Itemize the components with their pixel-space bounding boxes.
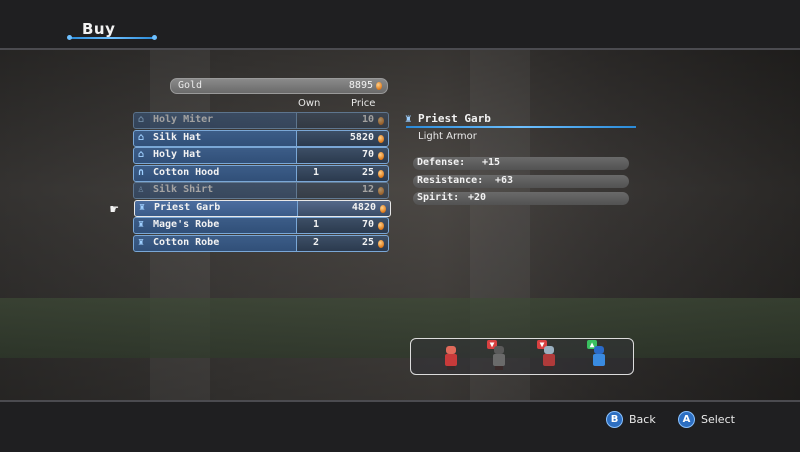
item-price: 12	[361, 184, 374, 195]
divider	[296, 218, 297, 233]
coin-icon	[378, 240, 384, 248]
item-owned-count: 2	[312, 237, 320, 248]
a-button-icon: A	[678, 411, 695, 428]
divider	[296, 113, 297, 128]
detail-title: Priest Garb	[418, 112, 491, 125]
shop-item-row[interactable]: ♜ Cotton Robe 2 25	[133, 235, 389, 252]
back-label: Back	[629, 413, 656, 426]
hood-icon: ∩	[138, 167, 145, 178]
robe-icon: ♜	[139, 202, 146, 213]
item-owned-count: 1	[312, 219, 320, 230]
coin-icon	[378, 135, 384, 143]
party-preview: ▼ ▼ ▲	[410, 338, 634, 375]
stat-label: Spirit:	[417, 192, 460, 203]
item-name: Mage's Robe	[153, 219, 220, 230]
divider	[296, 148, 297, 163]
hat-icon: ⌂	[138, 149, 145, 160]
own-column-header: Own	[298, 98, 321, 109]
party-member-sprite	[443, 344, 459, 370]
item-name: Silk Hat	[153, 132, 202, 143]
stat-value: +63	[495, 175, 514, 186]
divider	[296, 166, 297, 181]
gold-display: Gold 8895	[170, 78, 388, 94]
item-name: Holy Miter	[153, 114, 214, 125]
title-underline	[67, 35, 157, 40]
shop-item-row[interactable]: ⌂ Silk Hat 5820	[133, 130, 389, 147]
gold-label: Gold	[178, 80, 203, 91]
top-bar: Buy	[0, 0, 800, 50]
shop-item-row[interactable]: ∩ Cotton Hood 1 25	[133, 165, 389, 182]
stat-label: Defense:	[417, 157, 466, 168]
robe-icon: ♜	[138, 219, 145, 230]
divider	[297, 201, 298, 216]
stat-spirit: Spirit: +20	[413, 192, 629, 205]
stat-value: +20	[468, 192, 487, 203]
stat-defense: Defense: +15	[413, 157, 629, 170]
item-price: 25	[361, 237, 374, 248]
item-name: Cotton Hood	[153, 167, 220, 178]
price-column-header: Price	[351, 98, 376, 109]
stat-resistance: Resistance: +63	[413, 175, 629, 188]
coin-icon	[378, 170, 384, 178]
item-price: 10	[361, 114, 374, 125]
hat-icon: ⌂	[138, 114, 145, 125]
item-name: Priest Garb	[154, 202, 221, 213]
select-button[interactable]: A Select	[678, 411, 735, 428]
item-name: Silk Shirt	[153, 184, 214, 195]
coin-icon	[380, 205, 386, 213]
hat-icon: ⌂	[138, 132, 145, 143]
coin-icon	[378, 117, 384, 125]
coin-icon	[378, 187, 384, 195]
divider	[296, 183, 297, 198]
page-title: Buy	[82, 20, 116, 38]
item-price: 4820	[351, 202, 376, 213]
detail-subtitle: Light Armor	[418, 131, 477, 142]
bottom-bar: B Back A Select	[0, 400, 800, 452]
item-name: Holy Hat	[153, 149, 202, 160]
background-scene	[0, 48, 800, 400]
gold-value: 8895	[348, 80, 373, 91]
item-price: 70	[361, 219, 374, 230]
robe-icon: ♜	[405, 112, 412, 125]
shop-item-row[interactable]: ⌂ Holy Hat 70	[133, 147, 389, 164]
shop-item-row[interactable]: ♜ Mage's Robe 1 70	[133, 217, 389, 234]
item-price: 25	[361, 167, 374, 178]
b-button-icon: B	[606, 411, 623, 428]
party-member-sprite: ▼	[537, 340, 557, 370]
coin-icon	[378, 222, 384, 230]
item-owned-count: 1	[312, 167, 320, 178]
stat-label: Resistance:	[417, 175, 484, 186]
item-price: 70	[361, 149, 374, 160]
back-button[interactable]: B Back	[606, 411, 656, 428]
select-label: Select	[701, 413, 735, 426]
robe-icon: ♜	[138, 237, 145, 248]
detail-underline	[406, 126, 636, 128]
item-name: Cotton Robe	[153, 237, 220, 248]
item-price: 5820	[349, 132, 374, 143]
shop-item-row[interactable]: ♜ Priest Garb 4820	[134, 200, 391, 217]
pointer-hand-icon: ☛	[110, 202, 119, 218]
shirt-icon: ♙	[138, 184, 145, 195]
party-member-sprite: ▲	[587, 340, 607, 370]
coin-icon	[378, 152, 384, 160]
divider	[296, 131, 297, 146]
stat-value: +15	[482, 157, 501, 168]
divider	[296, 236, 297, 251]
party-member-sprite: ▼	[487, 340, 507, 370]
coin-icon	[376, 82, 382, 90]
shop-item-row[interactable]: ⌂ Holy Miter 10	[133, 112, 389, 129]
shop-item-row[interactable]: ♙ Silk Shirt 12	[133, 182, 389, 199]
